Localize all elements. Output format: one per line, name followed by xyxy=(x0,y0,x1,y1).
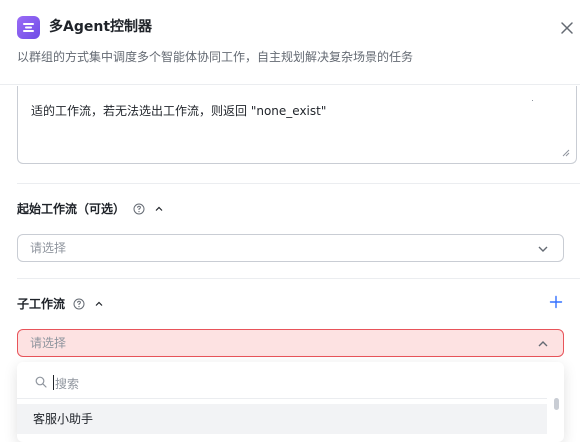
dropdown-option[interactable]: 客服小助手 xyxy=(17,404,547,434)
option-label: 客服小助手 xyxy=(33,412,94,426)
chevron-up-icon[interactable] xyxy=(154,204,164,214)
dialog-header: 多Agent控制器 以群组的方式集中调度多个智能体协同工作，自主规划解决复杂场景… xyxy=(0,0,580,85)
dropdown-scrollbar[interactable] xyxy=(554,398,559,410)
start-workflow-select[interactable]: 请选择 xyxy=(17,234,564,262)
text-cursor xyxy=(53,375,54,390)
chevron-down-icon xyxy=(538,246,548,252)
search-input[interactable] xyxy=(53,373,517,395)
resize-handle-icon[interactable] xyxy=(562,149,570,157)
start-workflow-label: 起始工作流（可选） xyxy=(17,202,126,216)
close-button[interactable] xyxy=(558,19,576,37)
dropdown-search xyxy=(17,368,547,399)
scroll-indicator xyxy=(532,100,533,101)
question-circle-icon[interactable] xyxy=(73,298,85,310)
dialog-subtitle: 以群组的方式集中调度多个智能体协同工作，自主规划解决复杂场景的任务 xyxy=(17,50,414,64)
agent-controller-icon xyxy=(17,16,40,39)
section-divider xyxy=(17,183,580,184)
workflow-dropdown: 客服小助手 xyxy=(17,362,564,442)
dialog-title: 多Agent控制器 xyxy=(49,19,153,35)
prompt-text: 适的工作流，若无法选出工作流，则返回 "none_exist" xyxy=(31,104,327,118)
close-icon xyxy=(561,22,573,34)
plus-icon[interactable] xyxy=(549,295,563,309)
start-workflow-placeholder: 请选择 xyxy=(30,241,67,255)
sub-workflow-placeholder: 请选择 xyxy=(30,336,67,350)
sub-workflow-label: 子工作流 xyxy=(17,297,66,311)
sub-workflow-select[interactable]: 请选择 xyxy=(17,329,564,357)
chevron-up-icon[interactable] xyxy=(94,299,104,309)
search-icon xyxy=(35,376,47,388)
chevron-up-icon xyxy=(538,341,548,347)
section-divider xyxy=(17,278,580,279)
question-circle-icon[interactable] xyxy=(133,203,145,215)
prompt-textarea[interactable]: 适的工作流，若无法选出工作流，则返回 "none_exist" xyxy=(17,86,577,164)
